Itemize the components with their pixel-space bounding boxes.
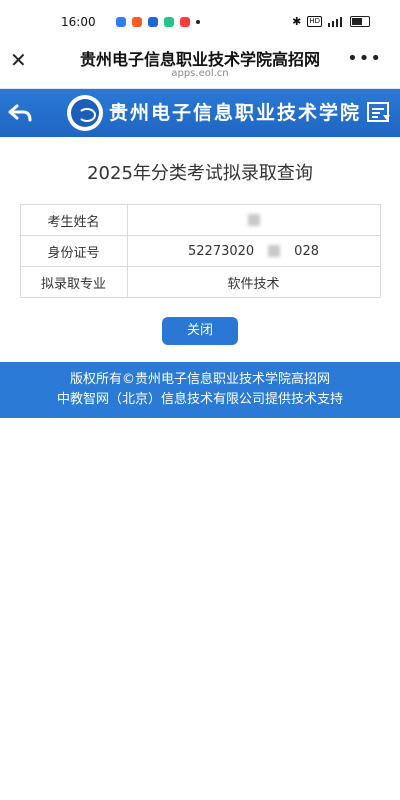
page-title: 2025年分类考试拟录取查询 (87, 163, 313, 184)
id-number-prefix: 52273020 (188, 243, 255, 259)
id-number-label: 身份证号 (19, 235, 128, 267)
browser-title: 贵州电子信息职业技术学院高招网 (79, 50, 320, 69)
table-row: 考生姓名 (19, 204, 381, 236)
admission-info-table: 考生姓名 身份证号 52273020 028 拟录取专业 软件技术 (19, 204, 381, 298)
school-name: 贵州电子信息职业技术学院 (109, 102, 362, 124)
id-number-suffix: 028 (294, 243, 319, 259)
status-time: 16:00 (61, 15, 96, 29)
status-right-icons: ✱ HD (292, 15, 370, 28)
more-icon[interactable]: ••• (347, 50, 382, 68)
browser-url: apps.eol.cn (171, 68, 229, 79)
browser-title-bar: ✕ 贵州电子信息职业技术学院高招网 apps.eol.cn ••• (0, 44, 400, 88)
school-emblem-icon (71, 99, 99, 127)
tech-support-text: 中教智网（北京）信息技术有限公司提供技术支持 (56, 392, 343, 407)
redacted-segment (254, 244, 294, 259)
menu-icon[interactable] (366, 101, 392, 125)
table-row: 身份证号 52273020 028 (19, 235, 381, 267)
back-arrow-icon[interactable] (6, 99, 34, 127)
major-label: 拟录取专业 (19, 266, 128, 298)
hd-icon: HD (307, 16, 322, 27)
name-label: 考生姓名 (19, 204, 128, 236)
more-notifications-dot-icon (196, 20, 200, 24)
school-logo (67, 95, 103, 131)
app-notification-icon (116, 17, 126, 27)
battery-icon (350, 16, 370, 27)
redacted-mark (247, 214, 260, 226)
notification-icons (116, 17, 200, 27)
status-bar: 16:00 ✱ HD (0, 0, 400, 44)
footer: 版权所有©贵州电子信息职业技术学院高招网 中教智网（北京）信息技术有限公司提供技… (0, 362, 400, 418)
app-notification-icon (180, 17, 190, 27)
name-value (126, 204, 381, 236)
app-notification-icon (148, 17, 158, 27)
signal-icon (328, 16, 342, 27)
copyright-text: 版权所有©贵州电子信息职业技术学院高招网 (69, 372, 330, 387)
redacted-mark (268, 245, 281, 257)
app-notification-icon (164, 17, 174, 27)
bluetooth-icon: ✱ (292, 15, 302, 28)
site-header: 贵州电子信息职业技术学院 (0, 88, 400, 137)
table-row: 拟录取专业 软件技术 (19, 266, 381, 298)
app-notification-icon (132, 17, 142, 27)
id-number-value: 52273020 028 (126, 235, 381, 267)
close-button[interactable]: 关闭 (162, 317, 238, 345)
major-value: 软件技术 (126, 266, 381, 298)
